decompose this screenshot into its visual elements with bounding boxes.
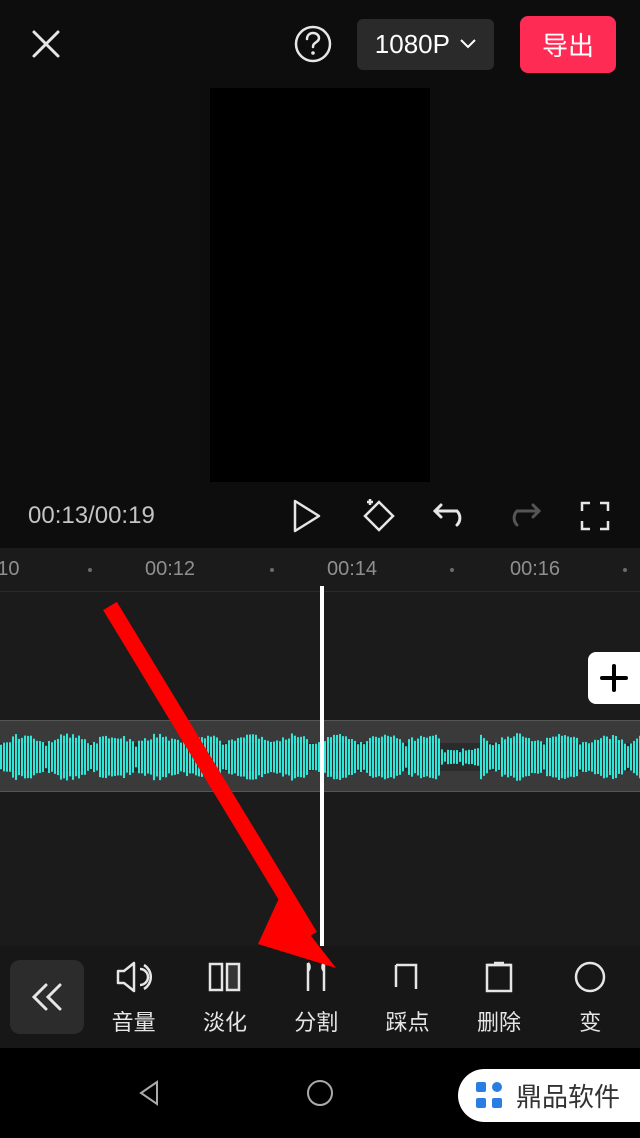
undo-button[interactable] <box>430 495 472 537</box>
tool-label: 踩点 <box>386 1005 430 1037</box>
tool-split[interactable]: 分割 <box>276 957 356 1037</box>
chevron-down-icon <box>460 39 476 49</box>
playback-controls: 00:13/00:19 <box>0 484 640 548</box>
delete-icon <box>479 957 519 997</box>
ruler-dot <box>450 568 454 572</box>
top-bar: 1080P 导出 <box>0 0 640 88</box>
watermark-badge: 鼎品软件 <box>458 1069 640 1122</box>
change-icon <box>570 957 610 997</box>
tool-label: 分割 <box>294 1005 338 1037</box>
playhead[interactable] <box>320 586 324 946</box>
tool-volume[interactable]: 音量 <box>94 957 174 1037</box>
close-button[interactable] <box>24 22 68 66</box>
resolution-select[interactable]: 1080P <box>357 19 494 70</box>
split-icon <box>296 957 336 997</box>
keyframe-icon <box>359 496 399 536</box>
nav-back-button[interactable] <box>127 1071 171 1115</box>
ruler-tick: 00:16 <box>510 558 560 581</box>
tool-label: 删除 <box>477 1005 521 1037</box>
beat-icon <box>388 957 428 997</box>
tool-delete[interactable]: 删除 <box>459 957 539 1037</box>
close-icon <box>30 28 62 60</box>
resolution-label: 1080P <box>375 29 450 60</box>
tool-change[interactable]: 变 <box>550 957 630 1037</box>
watermark-logo-icon <box>472 1078 508 1114</box>
chevron-double-left-icon <box>30 982 64 1012</box>
preview-area <box>0 88 640 484</box>
toolbar-back-button[interactable] <box>10 960 84 1034</box>
tool-beat[interactable]: 踩点 <box>368 957 448 1037</box>
bottom-toolbar: 音量 淡化 分割 踩点 删除 变 <box>0 946 640 1048</box>
timeline[interactable] <box>0 592 640 946</box>
plus-icon <box>599 663 629 693</box>
fade-icon <box>205 957 245 997</box>
help-button[interactable] <box>291 22 335 66</box>
help-icon <box>293 24 333 64</box>
preview-frame[interactable] <box>210 88 430 482</box>
add-clip-button[interactable] <box>588 652 640 704</box>
ruler-dot <box>623 568 627 572</box>
ruler-tick: 00:12 <box>145 558 195 581</box>
redo-icon <box>505 501 541 531</box>
fullscreen-button[interactable] <box>574 495 616 537</box>
export-label: 导出 <box>542 31 594 61</box>
ruler-tick: 0:10 <box>0 558 19 581</box>
export-button[interactable]: 导出 <box>520 16 616 73</box>
tool-label: 变 <box>579 1005 601 1037</box>
ruler-dot <box>270 568 274 572</box>
volume-icon <box>114 957 154 997</box>
timecode: 00:13/00:19 <box>28 502 155 530</box>
nav-home-button[interactable] <box>298 1071 342 1115</box>
ruler-tick: 00:14 <box>327 558 377 581</box>
tool-label: 音量 <box>112 1005 156 1037</box>
keyframe-button[interactable] <box>358 495 400 537</box>
watermark-text: 鼎品软件 <box>516 1077 620 1114</box>
fullscreen-icon <box>579 500 611 532</box>
redo-button[interactable] <box>502 495 544 537</box>
tool-fade[interactable]: 淡化 <box>185 957 265 1037</box>
circle-home-icon <box>305 1078 335 1108</box>
undo-icon <box>433 501 469 531</box>
ruler-dot <box>88 568 92 572</box>
triangle-back-icon <box>135 1079 163 1107</box>
play-button[interactable] <box>286 495 328 537</box>
tool-label: 淡化 <box>203 1005 247 1037</box>
play-icon <box>292 499 322 533</box>
